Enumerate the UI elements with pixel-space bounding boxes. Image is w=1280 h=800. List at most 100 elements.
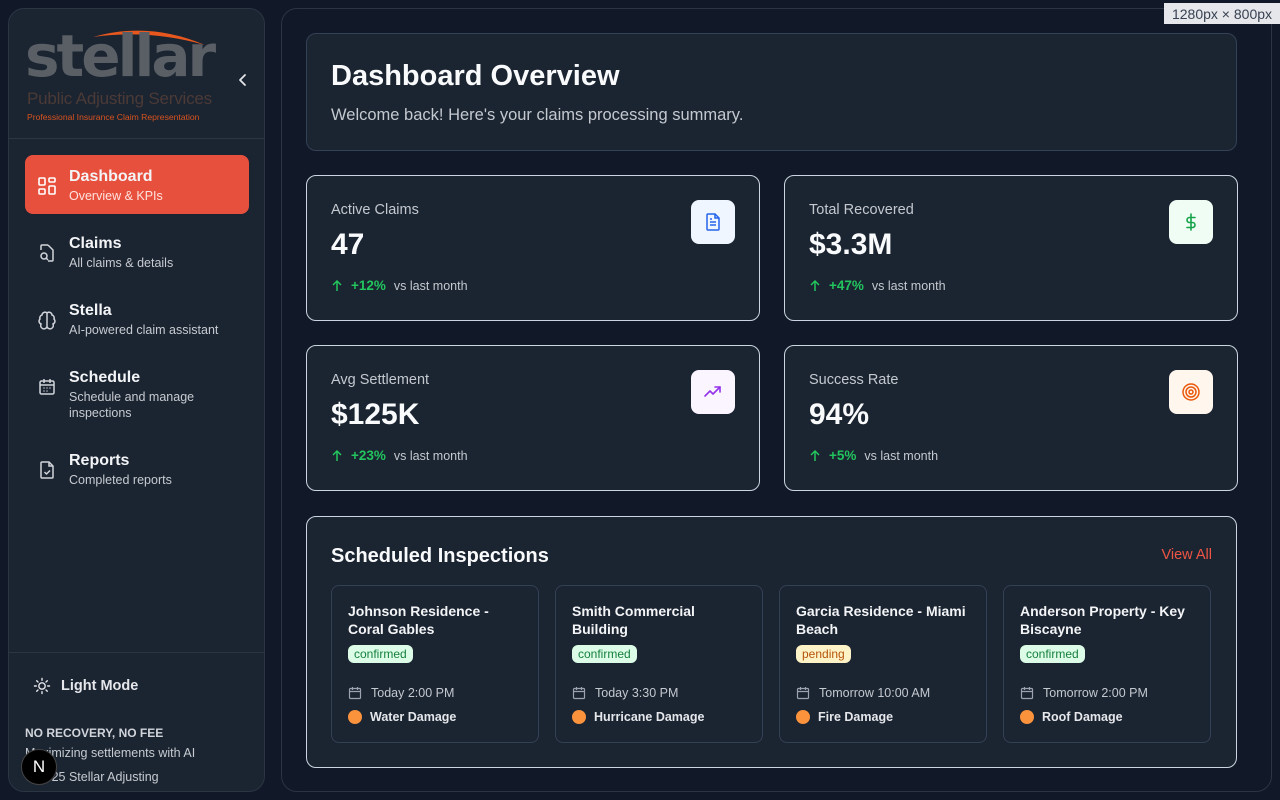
- kpi-trend: +12% vs last month: [331, 278, 468, 293]
- logo-wordmark: stellar: [25, 22, 216, 90]
- kpi-icon-box: [691, 200, 735, 244]
- kpi-change: +12%: [351, 278, 386, 293]
- sidebar-item-label: Schedule: [69, 369, 141, 386]
- kpi-card-total-recovered: Total Recovered $3.3M +47% vs last month: [784, 175, 1238, 321]
- sidebar-item-desc: All claims & details: [69, 256, 174, 270]
- document-icon: [706, 213, 720, 231]
- sidebar-item-reports[interactable]: Reports Completed reports: [25, 439, 249, 498]
- sidebar-nav: Dashboard Overview & KPIs Claims All cla…: [25, 155, 249, 506]
- sidebar-item-desc: Schedule and manage inspections: [69, 390, 195, 420]
- file-search-icon: [40, 244, 54, 262]
- inspection-card[interactable]: Smith Commercial Building confirmed Toda…: [555, 585, 763, 743]
- calendar-icon: [348, 687, 362, 700]
- inspection-time: Today 3:30 PM: [572, 686, 678, 700]
- calendar-icon: [572, 687, 586, 700]
- inspection-name: Johnson Residence - Coral Gables: [348, 603, 489, 637]
- inspection-time: Tomorrow 2:00 PM: [1020, 686, 1148, 700]
- chevron-left-icon: [239, 74, 246, 86]
- status-badge: confirmed: [1020, 645, 1085, 663]
- inspection-time-text: Today 2:00 PM: [371, 686, 455, 700]
- arrow-up-icon: [332, 279, 342, 291]
- status-badge: pending: [796, 645, 851, 663]
- kpi-value: 47: [331, 228, 365, 261]
- inspection-type-text: Fire Damage: [818, 710, 894, 724]
- inspection-type: Fire Damage: [796, 710, 893, 724]
- kpi-label: Active Claims: [331, 202, 419, 218]
- calendar-icon: [796, 687, 810, 700]
- kpi-label: Avg Settlement: [331, 372, 430, 388]
- inspection-type: Water Damage: [348, 710, 456, 724]
- target-icon: [1182, 383, 1200, 401]
- inspection-name: Garcia Residence - Miami Beach: [796, 603, 966, 637]
- inspection-type-text: Roof Damage: [1042, 710, 1123, 724]
- kpi-icon-box: [1169, 370, 1213, 414]
- inspection-name: Anderson Property - Key Biscayne: [1020, 603, 1185, 637]
- sidebar-item-schedule[interactable]: Schedule Schedule and manage inspections: [25, 356, 249, 431]
- brain-icon: [38, 311, 56, 330]
- sidebar-item-label: Stella: [69, 302, 112, 319]
- inspection-time-text: Tomorrow 10:00 AM: [819, 686, 931, 700]
- sidebar-item-desc: AI-powered claim assistant: [69, 323, 219, 337]
- scheduled-inspections-card: Scheduled Inspections View All Johnson R…: [306, 516, 1237, 768]
- footer-title: NO RECOVERY, NO FEE: [25, 726, 164, 740]
- inspection-card[interactable]: Anderson Property - Key Biscayne confirm…: [1003, 585, 1211, 743]
- page-title: Dashboard Overview: [331, 60, 620, 92]
- inspection-time: Tomorrow 10:00 AM: [796, 686, 930, 700]
- kpi-change: +23%: [351, 448, 386, 463]
- arrow-up-icon: [810, 449, 820, 461]
- kpi-value: 94%: [809, 398, 870, 431]
- kpi-card-success-rate: Success Rate 94% +5% vs last month: [784, 345, 1238, 491]
- light-mode-label: Light Mode: [61, 678, 139, 694]
- kpi-vs: vs last month: [393, 278, 468, 293]
- sidebar-item-label: Dashboard: [69, 168, 153, 185]
- logo-area: stellar Public Adjusting Services Profes…: [9, 9, 264, 139]
- arrow-up-icon: [810, 279, 820, 291]
- sidebar: stellar Public Adjusting Services Profes…: [8, 8, 265, 792]
- inspections-title: Scheduled Inspections: [331, 545, 549, 567]
- kpi-icon-box: [691, 370, 735, 414]
- sidebar-footer: Light Mode NO RECOVERY, NO FEE Maximizin…: [9, 652, 264, 791]
- kpi-card-avg-settlement: Avg Settlement $125K +23% vs last month: [306, 345, 760, 491]
- kpi-label: Success Rate: [809, 372, 899, 388]
- sidebar-item-desc: Overview & KPIs: [69, 189, 163, 203]
- kpi-value: $3.3M: [809, 228, 893, 261]
- kpi-vs: vs last month: [871, 278, 946, 293]
- dimensions-overlay: 1280px × 800px: [1164, 3, 1280, 24]
- kpi-card-active-claims: Active Claims 47 +12% vs last month: [306, 175, 760, 321]
- kpi-trend: +5% vs last month: [809, 448, 938, 463]
- kpi-trend: +47% vs last month: [809, 278, 946, 293]
- next-dev-badge[interactable]: N: [21, 749, 57, 785]
- kpi-icon-box: [1169, 200, 1213, 244]
- collapse-sidebar-button[interactable]: [227, 64, 259, 96]
- inspection-card[interactable]: Garcia Residence - Miami Beach pending T…: [779, 585, 987, 743]
- kpi-trend: +23% vs last month: [331, 448, 468, 463]
- arrow-up-icon: [332, 449, 342, 461]
- light-mode-toggle[interactable]: Light Mode: [25, 673, 146, 699]
- sidebar-item-label: Claims: [69, 235, 122, 252]
- sidebar-item-dashboard[interactable]: Dashboard Overview & KPIs: [25, 155, 249, 214]
- view-all-link[interactable]: View All: [1161, 547, 1212, 563]
- status-badge: confirmed: [572, 645, 637, 663]
- dollar-icon: [1186, 213, 1196, 231]
- inspection-card[interactable]: Johnson Residence - Coral Gables confirm…: [331, 585, 539, 743]
- sidebar-item-label: Reports: [69, 452, 130, 469]
- dashboard-icon: [38, 177, 56, 195]
- kpi-vs: vs last month: [864, 448, 939, 463]
- sun-icon: [33, 677, 51, 695]
- kpi-value: $125K: [331, 398, 420, 431]
- inspection-time: Today 2:00 PM: [348, 686, 454, 700]
- sidebar-item-stella[interactable]: Stella AI-powered claim assistant: [25, 289, 249, 348]
- inspection-name: Smith Commercial Building: [572, 603, 695, 637]
- main-content: Dashboard Overview Welcome back! Here's …: [281, 8, 1272, 792]
- inspections-list: Johnson Residence - Coral Gables confirm…: [331, 585, 1212, 743]
- header-card: Dashboard Overview Welcome back! Here's …: [306, 33, 1237, 151]
- page-subtitle: Welcome back! Here's your claims process…: [331, 106, 744, 124]
- sidebar-item-claims[interactable]: Claims All claims & details: [25, 222, 249, 281]
- inspection-type: Roof Damage: [1020, 710, 1123, 724]
- calendar-icon: [1020, 687, 1034, 700]
- logo-subtitle: Public Adjusting Services: [27, 89, 212, 108]
- inspection-time-text: Today 3:30 PM: [595, 686, 679, 700]
- damage-type-dot: [796, 710, 810, 724]
- status-badge: confirmed: [348, 645, 413, 663]
- inspection-type: Hurricane Damage: [572, 710, 704, 724]
